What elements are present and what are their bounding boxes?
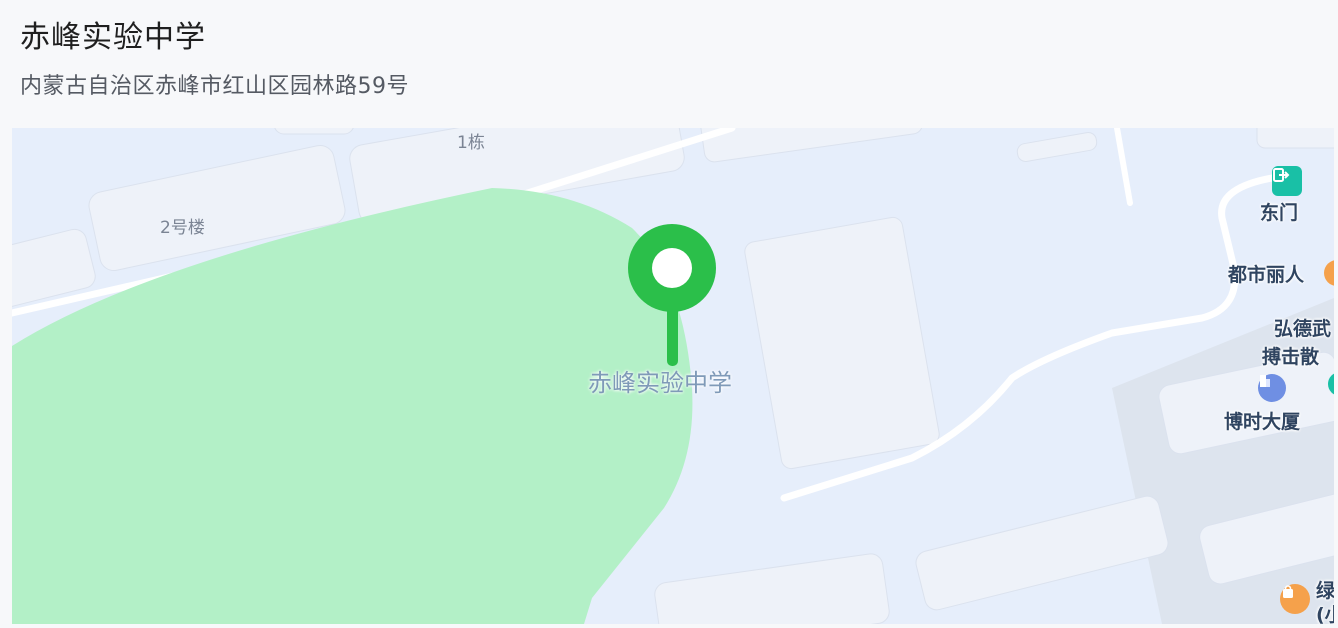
exit-icon (1273, 168, 1290, 182)
poi-hongde-line1[interactable]: 弘德武 (1274, 314, 1331, 341)
building-bottom-mid-2 (915, 495, 1169, 611)
building-icon[interactable] (1258, 374, 1286, 402)
bag-icon[interactable] (1280, 584, 1310, 614)
poi-cut-line2[interactable]: (小 (1316, 600, 1334, 624)
poi-hongde-line2[interactable]: 搏击散 (1262, 342, 1319, 369)
poi-dushi-liren[interactable]: 都市丽人 (1228, 260, 1304, 287)
place-card: 赤峰实验中学 内蒙古自治区赤峰市红山区园林路59号 1栋 2号楼 赤峰实验中学 … (0, 0, 1338, 628)
place-address: 内蒙古自治区赤峰市红山区园林路59号 (20, 74, 409, 99)
building-top-middle (699, 128, 923, 163)
shopping-bag-icon (1283, 585, 1293, 598)
road-vertical (1114, 128, 1133, 206)
poi-boshi-tower[interactable]: 博时大厦 (1224, 407, 1300, 434)
marker-pin-dot (652, 248, 692, 288)
building-top-right (1256, 128, 1334, 149)
map-view[interactable]: 1栋 2号楼 赤峰实验中学 东门 都市丽人 弘德武 搏击散 博时大厦 绿 ( (12, 128, 1334, 624)
poi-east-gate[interactable]: 东门 (1260, 198, 1298, 225)
building-small-bar (1016, 131, 1098, 163)
building-2-label: 2号楼 (160, 218, 205, 238)
building-top-left (274, 128, 354, 135)
building-big-center (744, 216, 940, 470)
building-1-label: 1栋 (457, 133, 485, 153)
place-header: 赤峰实验中学 内蒙古自治区赤峰市红山区园林路59号 (0, 0, 1338, 128)
gate-icon[interactable] (1272, 166, 1302, 196)
office-tower-icon (1260, 375, 1270, 387)
building-bottom-mid-1 (654, 553, 890, 624)
poi-cut-line1[interactable]: 绿 (1316, 576, 1334, 603)
place-title: 赤峰实验中学 (20, 20, 206, 55)
marker-label: 赤峰实验中学 (588, 369, 732, 397)
